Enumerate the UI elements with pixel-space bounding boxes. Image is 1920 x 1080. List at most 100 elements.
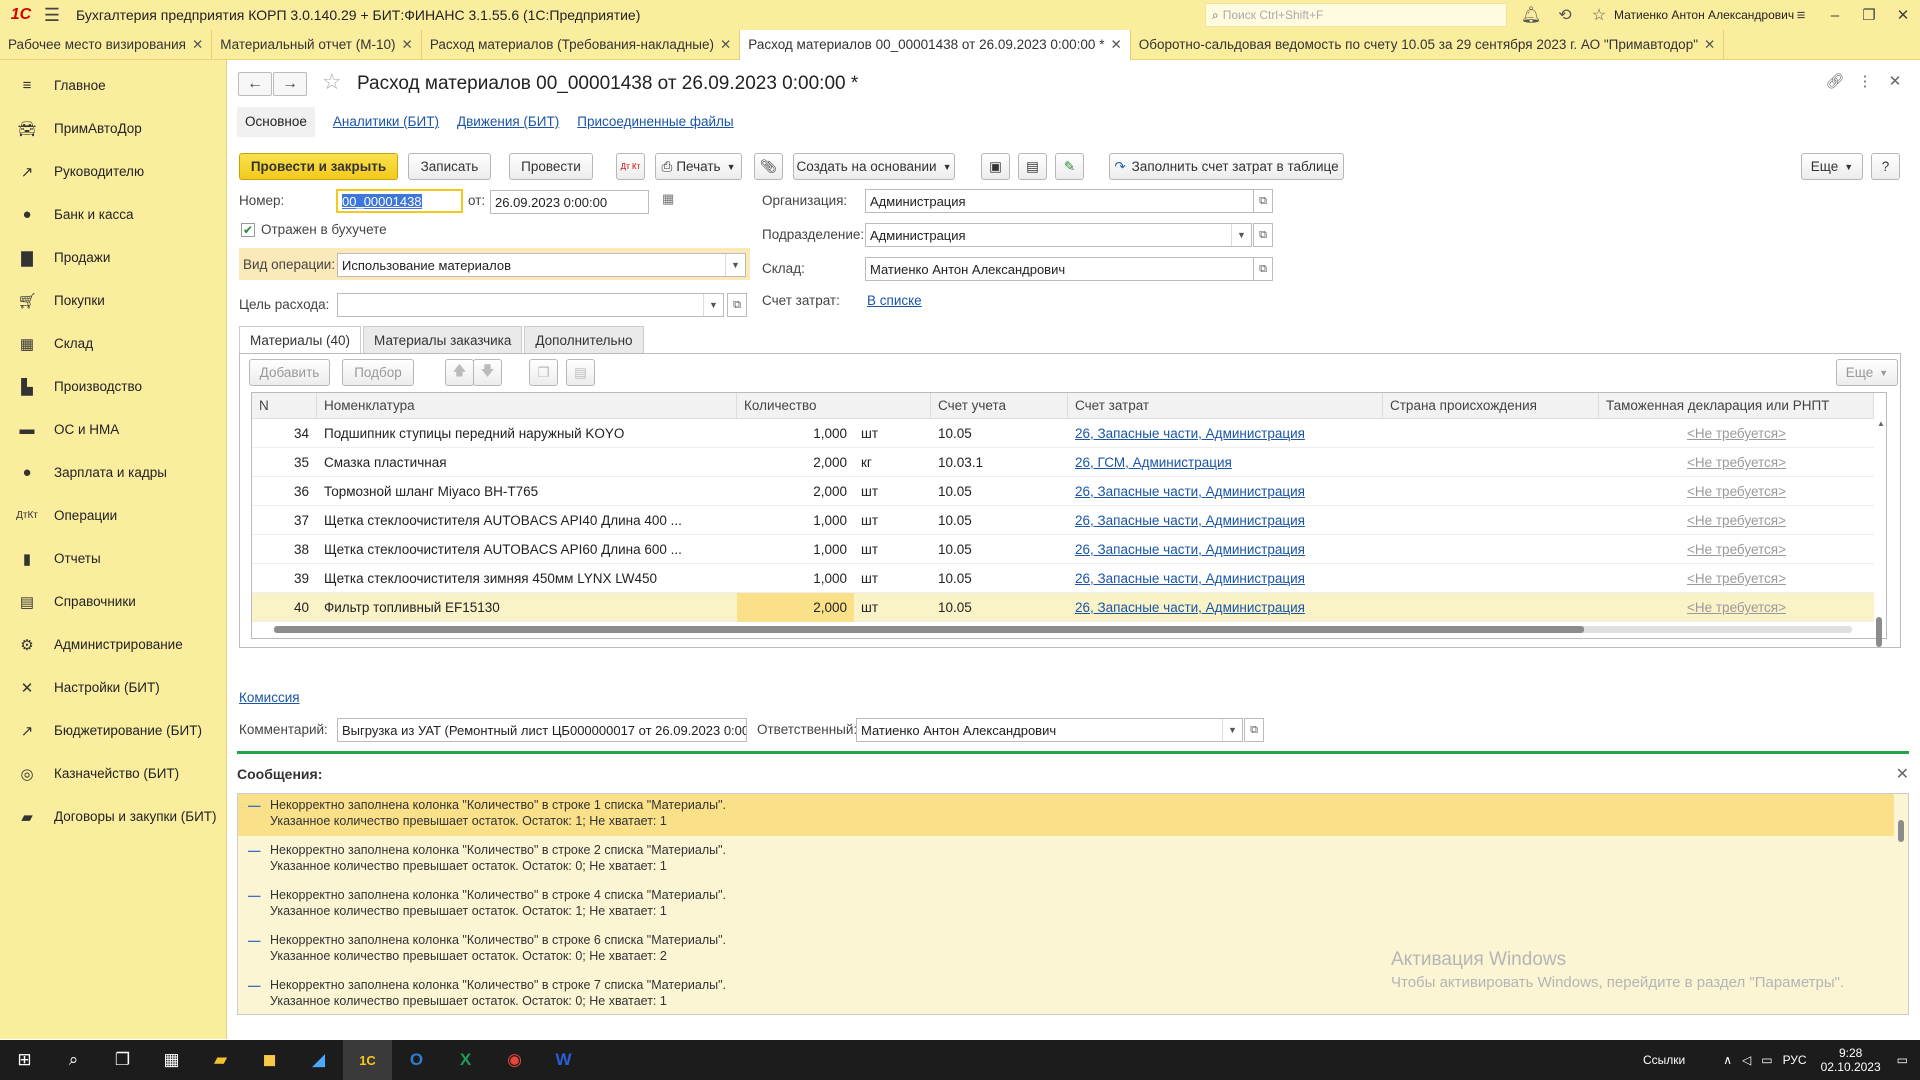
cell-cost-account[interactable]: 26, ГСМ, Администрация: [1068, 448, 1383, 477]
sidebar-item-operations[interactable]: ДтКт Операции: [0, 494, 226, 537]
chevron-down-icon[interactable]: ▼: [703, 294, 723, 316]
cell-customs[interactable]: <Не требуется>: [1599, 564, 1874, 593]
sidebar-item-salary[interactable]: ● Зарплата и кадры: [0, 451, 226, 494]
favorite-star-icon[interactable]: ☆: [322, 69, 342, 95]
sidebar-item-sales[interactable]: ▇ Продажи: [0, 236, 226, 279]
excel-icon[interactable]: X: [441, 1040, 490, 1080]
add-button[interactable]: Добавить: [249, 359, 330, 386]
message-item[interactable]: — Некорректно заполнена колонка "Количест…: [238, 794, 1894, 836]
speaker-icon[interactable]: ◁: [1742, 1053, 1751, 1067]
network-icon[interactable]: ▭: [1761, 1053, 1772, 1067]
table-vertical-scrollbar[interactable]: ▲: [1874, 419, 1885, 647]
more-vert-icon[interactable]: ⋮: [1850, 72, 1880, 90]
cell-cost-account[interactable]: 26, Запасные части, Администрация: [1068, 506, 1383, 535]
sidebar-item-fixed-assets[interactable]: ▬ ОС и НМА: [0, 408, 226, 451]
tab-workplace[interactable]: Рабочее место визирования ✕: [0, 30, 213, 60]
operation-type-select[interactable]: Использование материалов ▼: [337, 253, 746, 277]
tab-trial-balance[interactable]: Оборотно-сальдовая ведомость по счету 10…: [1131, 30, 1725, 60]
tab-analytics[interactable]: Аналитики (БИТ): [333, 107, 439, 137]
pick-button[interactable]: Подбор: [342, 359, 414, 386]
app-icon[interactable]: ◢: [294, 1040, 343, 1080]
close-tab-icon[interactable]: ✕: [1704, 37, 1715, 52]
tab-material-list[interactable]: Расход материалов (Требования-накладные)…: [422, 30, 741, 60]
cell-customs[interactable]: <Не требуется>: [1599, 477, 1874, 506]
links-toolbar[interactable]: Ссылки: [1643, 1053, 1685, 1067]
cell-customs[interactable]: <Не требуется>: [1599, 593, 1874, 622]
open-icon[interactable]: ⧉: [1253, 189, 1273, 213]
tab-movements[interactable]: Движения (БИТ): [457, 107, 559, 137]
responsible-select[interactable]: Матиенко Антон Александрович ▼: [856, 718, 1243, 742]
tab-customer-materials[interactable]: Материалы заказчика: [363, 326, 523, 353]
table-row[interactable]: 39 Щетка стеклоочистителя зимняя 450мм LY…: [252, 564, 1874, 593]
date-input[interactable]: 26.09.2023 0:00:00: [490, 190, 649, 214]
col-account[interactable]: Счет учета: [931, 393, 1068, 419]
dt-kt-button[interactable]: Дт Кт: [616, 153, 645, 180]
table-more-button[interactable]: Еще ▼: [1836, 359, 1898, 386]
help-button[interactable]: ?: [1871, 153, 1900, 180]
sidebar-item-catalogs[interactable]: ▤ Справочники: [0, 580, 226, 623]
file-explorer-icon[interactable]: ▰: [196, 1040, 245, 1080]
commission-link[interactable]: Комиссия: [239, 690, 300, 705]
save-button[interactable]: Записать: [408, 153, 491, 180]
sidebar-item-purchases[interactable]: 🛒︎ Покупки: [0, 279, 226, 322]
close-tab-icon[interactable]: ✕: [1110, 37, 1121, 52]
sidebar-item-bit-settings[interactable]: ✕ Настройки (БИТ): [0, 666, 226, 709]
sidebar-item-budgeting[interactable]: ↗ Бюджетирование (БИТ): [0, 709, 226, 752]
cell-cost-account[interactable]: 26, Запасные части, Администрация: [1068, 419, 1383, 448]
cell-customs[interactable]: <Не требуется>: [1599, 448, 1874, 477]
bell-icon[interactable]: 🔔︎: [1514, 5, 1548, 25]
clock[interactable]: 9:28 02.10.2023: [1821, 1046, 1881, 1074]
number-input[interactable]: 00_00001438: [336, 189, 463, 213]
close-tab-icon[interactable]: ✕: [402, 37, 413, 52]
close-form-icon[interactable]: ✕: [1880, 72, 1910, 90]
sticky-notes-icon[interactable]: ◼: [245, 1040, 294, 1080]
chevron-down-icon[interactable]: ▼: [725, 254, 745, 276]
link-icon[interactable]: 🔗︎: [1820, 72, 1850, 90]
outlook-icon[interactable]: O: [392, 1040, 441, 1080]
tab-current-document[interactable]: Расход материалов 00_00001438 от 26.09.2…: [740, 30, 1131, 60]
copy-button[interactable]: ❐: [529, 359, 558, 386]
task-view-icon[interactable]: ❐: [98, 1040, 147, 1080]
windows-start-icon[interactable]: ⊞: [0, 1040, 49, 1080]
close-messages-icon[interactable]: ✕: [1896, 764, 1909, 784]
cell-cost-account[interactable]: 26, Запасные части, Администрация: [1068, 593, 1383, 622]
restore-icon[interactable]: ❐: [1852, 6, 1886, 24]
cell-cost-account[interactable]: 26, Запасные части, Администрация: [1068, 564, 1383, 593]
table-row[interactable]: 40 Фильтр топливный EF15130 2,000 шт 10.05 26…: [252, 593, 1874, 622]
calendar-icon[interactable]: ▦: [662, 191, 674, 207]
word-icon[interactable]: W: [539, 1040, 588, 1080]
message-item[interactable]: — Некорректно заполнена колонка "Количест…: [238, 884, 1894, 926]
table-row[interactable]: 36 Тормозной шланг Miyaco BH-T765 2,000 шт 1…: [252, 477, 1874, 506]
table-row[interactable]: 37 Щетка стеклоочистителя AUTOBACS API40 …: [252, 506, 1874, 535]
move-down-button[interactable]: 🡇: [473, 359, 502, 386]
current-user[interactable]: Матиенко Антон Александрович: [1614, 0, 1794, 30]
open-icon[interactable]: ⧉: [1244, 718, 1264, 742]
sign-button[interactable]: ✎: [1055, 153, 1084, 180]
notifications-icon[interactable]: ▭: [1897, 1053, 1908, 1067]
main-menu-icon[interactable]: ☰: [42, 0, 62, 30]
cell-customs[interactable]: <Не требуется>: [1599, 506, 1874, 535]
language-indicator[interactable]: РУС: [1783, 1053, 1807, 1067]
col-customs[interactable]: Таможенная декларация или РНПТ: [1599, 393, 1874, 419]
sidebar-item-main[interactable]: ≡ Главное: [0, 64, 226, 107]
settings-menu-icon[interactable]: ≡: [1784, 7, 1818, 24]
open-icon[interactable]: ⧉: [1253, 257, 1273, 281]
print-button[interactable]: ⎙ Печать ▼: [655, 153, 742, 180]
forward-button[interactable]: →: [273, 72, 307, 96]
chrome-icon[interactable]: ◉: [490, 1040, 539, 1080]
tab-additional[interactable]: Дополнительно: [524, 326, 644, 353]
table-row[interactable]: 34 Подшипник ступицы передний наружный KO…: [252, 419, 1874, 448]
back-button[interactable]: ←: [238, 72, 272, 96]
sidebar-item-manager[interactable]: ↗ Руководителю: [0, 150, 226, 193]
post-button[interactable]: Провести: [509, 153, 593, 180]
cell-cost-account[interactable]: 26, Запасные части, Администрация: [1068, 535, 1383, 564]
organization-input[interactable]: Администрация: [865, 189, 1254, 213]
sidebar-item-production[interactable]: ▙ Производство: [0, 365, 226, 408]
1c-app-icon[interactable]: 1С: [343, 1040, 392, 1080]
open-icon[interactable]: ⧉: [727, 293, 747, 317]
search-icon[interactable]: ⌕: [49, 1040, 98, 1080]
close-window-icon[interactable]: ✕: [1886, 6, 1920, 24]
sidebar-item-bank[interactable]: ● Банк и касса: [0, 193, 226, 236]
calculator-icon[interactable]: ▦: [147, 1040, 196, 1080]
post-and-close-button[interactable]: Провести и закрыть: [239, 153, 398, 180]
